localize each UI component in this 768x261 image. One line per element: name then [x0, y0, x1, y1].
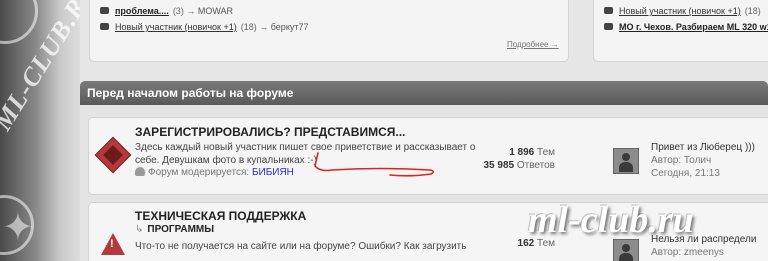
- last-post-author[interactable]: Автор: zmeenys: [651, 246, 756, 259]
- site-watermark: ml-club.ru: [528, 199, 694, 241]
- subforum-label: ПРОГРАММЫ: [147, 224, 215, 235]
- recent-topics-panel: проблема.... (3) → MOWAR Новый участник (…: [89, 0, 569, 62]
- forum-description-line: Что-то не получается на сайте или на фор…: [135, 241, 467, 252]
- last-poster-avatar[interactable]: [613, 239, 639, 261]
- last-post-info: Привет из Люберец ))) Автор: Толич Сегод…: [651, 141, 755, 180]
- moderators-label: Форум модерируется:: [148, 167, 250, 178]
- forum-description-line: Здесь каждый новый участник пишет свое п…: [135, 142, 476, 153]
- reply-count: (3): [172, 6, 184, 16]
- forum-title[interactable]: ЗАРЕГИСТРИРОВАЛИСЬ? ПРЕДСТАВИМСЯ...: [135, 125, 405, 139]
- reply-count: (18): [744, 6, 761, 16]
- category-title[interactable]: Перед началом работы на форуме: [87, 86, 293, 100]
- left-decorative-strip: ✦ ML-CLUB.RU: [0, 0, 80, 261]
- category-header: Перед началом работы на форуме: [80, 81, 768, 105]
- topic-count: 1 896: [509, 147, 535, 158]
- recent-topic-row: Новый участник (новичок +1) (18): [604, 6, 761, 16]
- last-post-title[interactable]: Привет из Люберец ))): [651, 141, 755, 154]
- speech-bubble-icon: [100, 23, 109, 30]
- moderators-icon: [135, 167, 145, 176]
- subforum-arrow-icon: ↳: [135, 224, 144, 235]
- mercedes-star-icon: ✦: [2, 207, 34, 249]
- topic-author[interactable]: → MOWAR: [186, 6, 233, 16]
- forum-icon: [94, 136, 132, 174]
- last-poster-avatar[interactable]: [613, 148, 639, 174]
- post-count-label: Ответов: [516, 160, 555, 171]
- topic-link[interactable]: проблема....: [115, 6, 169, 16]
- topic-link[interactable]: Новый участник (новичок +1): [619, 6, 741, 16]
- more-link[interactable]: Подробнее →: [507, 40, 559, 49]
- speech-bubble-icon: [604, 7, 613, 14]
- topic-link[interactable]: Новый участник (новичок +1): [115, 22, 237, 32]
- forum-description-line: себе. Девушкам фото в купальниках :-): [135, 155, 317, 166]
- topic-link[interactable]: МО г. Чехов. Разбираем ML 320 w1: [619, 22, 768, 32]
- forum-description: Что-то не получается на сайте или на фор…: [135, 240, 466, 253]
- forum-stats: 1 896 Тем 35 985 Ответов: [483, 146, 555, 172]
- post-count: 35 985: [483, 160, 515, 171]
- forum-moderators: Форум модерируется: БИБИЯН: [135, 167, 294, 178]
- topic-count-label: Тем: [537, 147, 555, 158]
- last-post-time: Сегодня, 21:13: [651, 168, 720, 179]
- moderator-link[interactable]: БИБИЯН: [252, 167, 294, 178]
- recent-topics-panel-right: Новый участник (новичок +1) (18) МО г. Че…: [593, 0, 768, 62]
- warning-icon: [101, 233, 125, 255]
- speech-bubble-icon: [100, 7, 109, 14]
- reply-count: (18): [240, 22, 257, 32]
- topic-author[interactable]: → беркут77: [259, 22, 308, 32]
- forum-title[interactable]: ТЕХНИЧЕСКАЯ ПОДДЕРЖКА: [135, 209, 306, 223]
- forum-description: Здесь каждый новый участник пишет свое п…: [135, 141, 475, 167]
- mercedes-star-ring: [0, 0, 38, 44]
- recent-topic-row: МО г. Чехов. Разбираем ML 320 w1: [604, 22, 768, 32]
- last-post-author[interactable]: Автор: Толич: [651, 154, 755, 167]
- recent-topic-row: Новый участник (новичок +1) (18) → беркут…: [100, 22, 309, 32]
- subforum-link[interactable]: ↳ ПРОГРАММЫ: [135, 224, 214, 235]
- forum-row: ЗАРЕГИСТРИРОВАЛИСЬ? ПРЕДСТАВИМСЯ... Здес…: [88, 117, 768, 195]
- speech-bubble-icon: [604, 23, 613, 30]
- recent-topic-row: проблема.... (3) → MOWAR: [100, 6, 233, 16]
